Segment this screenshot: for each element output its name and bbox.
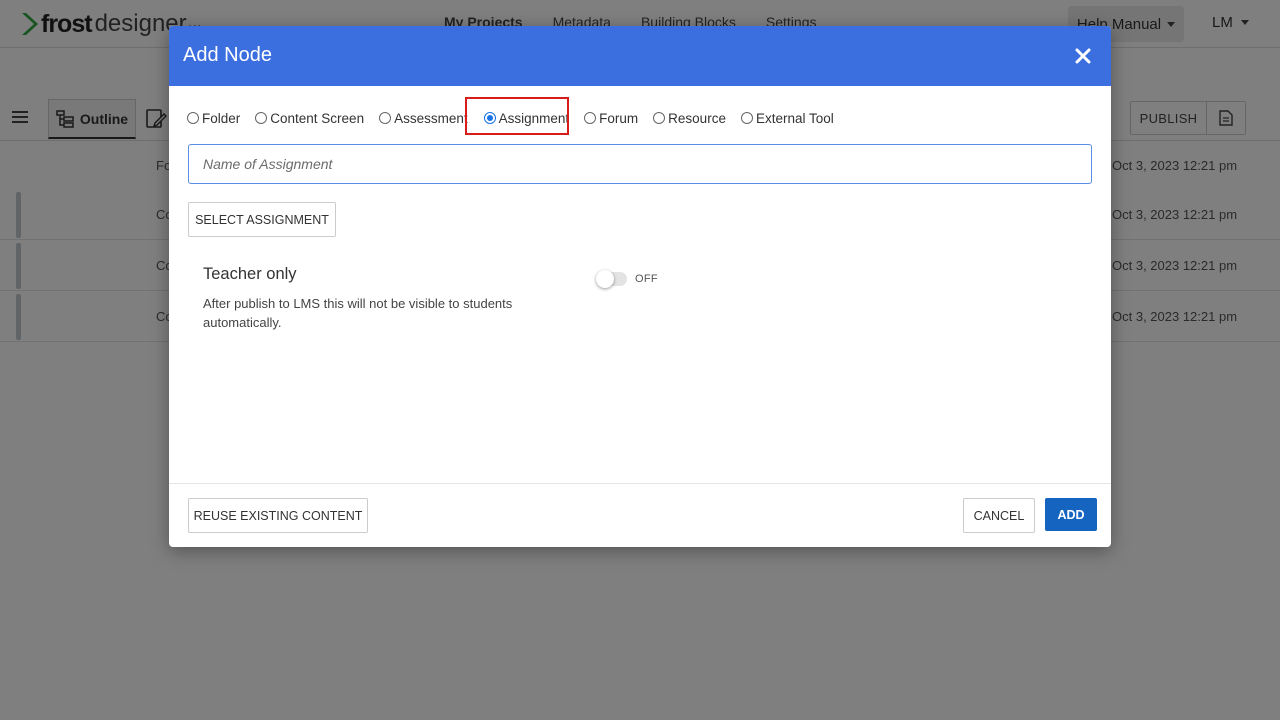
radio-circle-icon [653,112,666,124]
radio-circle-icon [740,112,753,124]
teacher-only-toggle[interactable]: OFF [596,270,658,288]
radio-circle-icon [255,112,268,124]
close-icon[interactable] [1075,48,1091,64]
node-type-radio-group: Folder Content Screen Assessment Assignm… [187,108,849,128]
teacher-only-description: After publish to LMS this will not be vi… [203,296,513,330]
radio-label: Assessment [394,110,468,126]
radio-resource[interactable]: Resource [653,111,726,126]
dialog-header: Add Node [169,26,1111,86]
radio-circle-icon [379,112,392,124]
add-node-dialog: Add Node Folder Content Screen Assessmen… [169,26,1111,547]
radio-content-screen[interactable]: Content Screen [255,111,364,126]
toggle-track [596,270,627,288]
radio-label: Content Screen [270,110,365,126]
node-name-input[interactable] [188,144,1092,184]
radio-assignment[interactable]: Assignment [483,110,570,126]
dialog-title: Add Node [183,44,272,66]
select-assignment-button[interactable]: SELECT ASSIGNMENT [188,202,336,237]
radio-forum[interactable]: Forum [584,111,638,126]
radio-label: Forum [599,110,639,126]
add-button[interactable]: ADD [1045,498,1097,531]
radio-label: Folder [202,110,241,126]
radio-checked-icon [483,112,496,124]
dialog-footer: REUSE EXISTING CONTENT CANCEL ADD [169,483,1111,547]
radio-circle-icon [584,112,597,124]
radio-external-tool[interactable]: External Tool [740,110,834,126]
reuse-existing-content-button[interactable]: REUSE EXISTING CONTENT [188,498,368,533]
teacher-only-title: Teacher only [203,265,297,283]
radio-assessment[interactable]: Assessment [379,111,468,126]
toggle-knob [596,270,614,288]
radio-label: Assignment [498,110,570,126]
radio-circle-icon [187,112,199,124]
radio-folder[interactable]: Folder [187,111,240,126]
radio-label: External Tool [755,110,834,126]
cancel-button[interactable]: CANCEL [963,498,1035,533]
toggle-state-label: OFF [635,273,658,285]
radio-label: Resource [668,110,726,126]
